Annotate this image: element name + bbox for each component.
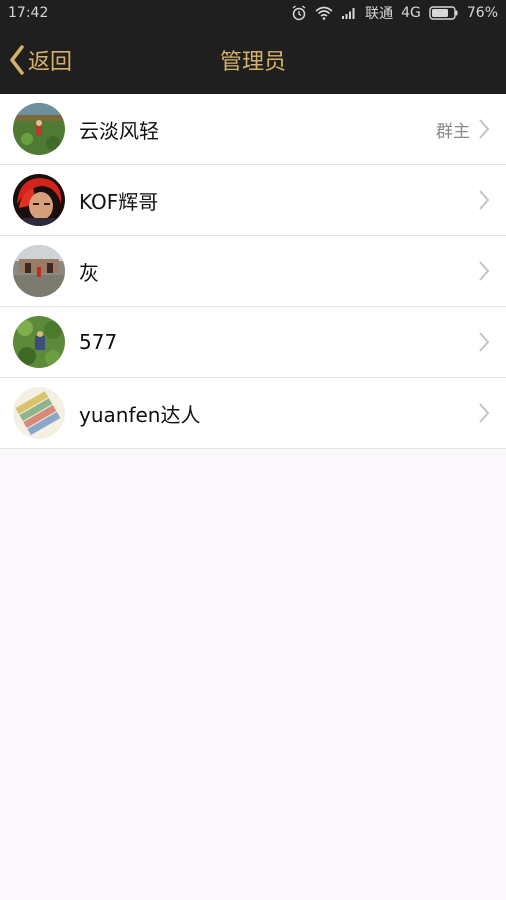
- member-name: 灰: [79, 260, 99, 285]
- status-time: 17:42: [8, 5, 49, 21]
- member-name: 577: [79, 330, 118, 354]
- status-icons: 联通 4G 76%: [291, 3, 498, 23]
- list-item[interactable]: 灰: [0, 236, 506, 307]
- avatar: [13, 245, 65, 297]
- network-label: 4G: [401, 5, 421, 21]
- status-bar: 17:42 联通 4G 76%: [0, 0, 506, 26]
- member-name: 云淡风轻: [79, 118, 159, 143]
- avatar: [13, 174, 65, 226]
- red-hair-character-avatar-icon: [13, 174, 65, 226]
- chevron-right-icon: [478, 118, 490, 140]
- list-item[interactable]: KOF辉哥: [0, 165, 506, 236]
- member-name: yuanfen达人: [79, 402, 201, 427]
- chevron-right-icon: [478, 260, 490, 282]
- admin-list: 云淡风轻 群主 KOF辉哥 灰 577 yuanfen达人: [0, 94, 506, 449]
- list-item[interactable]: 云淡风轻 群主: [0, 94, 506, 165]
- chevron-right-icon: [478, 402, 490, 424]
- nav-bar: 返回 管理员: [0, 26, 506, 94]
- member-name: KOF辉哥: [79, 189, 159, 214]
- banknotes-avatar-icon: [13, 387, 65, 439]
- back-label: 返回: [28, 50, 73, 75]
- signal-icon: [342, 8, 355, 19]
- green-field-avatar-icon: [13, 103, 65, 155]
- chevron-right-icon: [478, 189, 490, 211]
- green-game-scene-avatar-icon: [13, 316, 65, 368]
- wifi-icon: [315, 6, 333, 20]
- carrier-label: 联通: [365, 6, 394, 22]
- list-item[interactable]: yuanfen达人: [0, 378, 506, 449]
- chevron-right-icon: [478, 331, 490, 353]
- back-button[interactable]: 返回: [8, 26, 72, 94]
- courtyard-photo-avatar-icon: [13, 245, 65, 297]
- chevron-left-icon: [10, 45, 24, 75]
- battery-percent: 76%: [466, 5, 498, 21]
- avatar: [13, 387, 65, 439]
- page-title: 管理员: [219, 50, 286, 75]
- list-item[interactable]: 577: [0, 307, 506, 378]
- avatar: [13, 316, 65, 368]
- owner-badge: 群主: [436, 121, 470, 142]
- alarm-icon: [292, 5, 306, 21]
- avatar: [13, 103, 65, 155]
- battery-icon: [429, 6, 458, 20]
